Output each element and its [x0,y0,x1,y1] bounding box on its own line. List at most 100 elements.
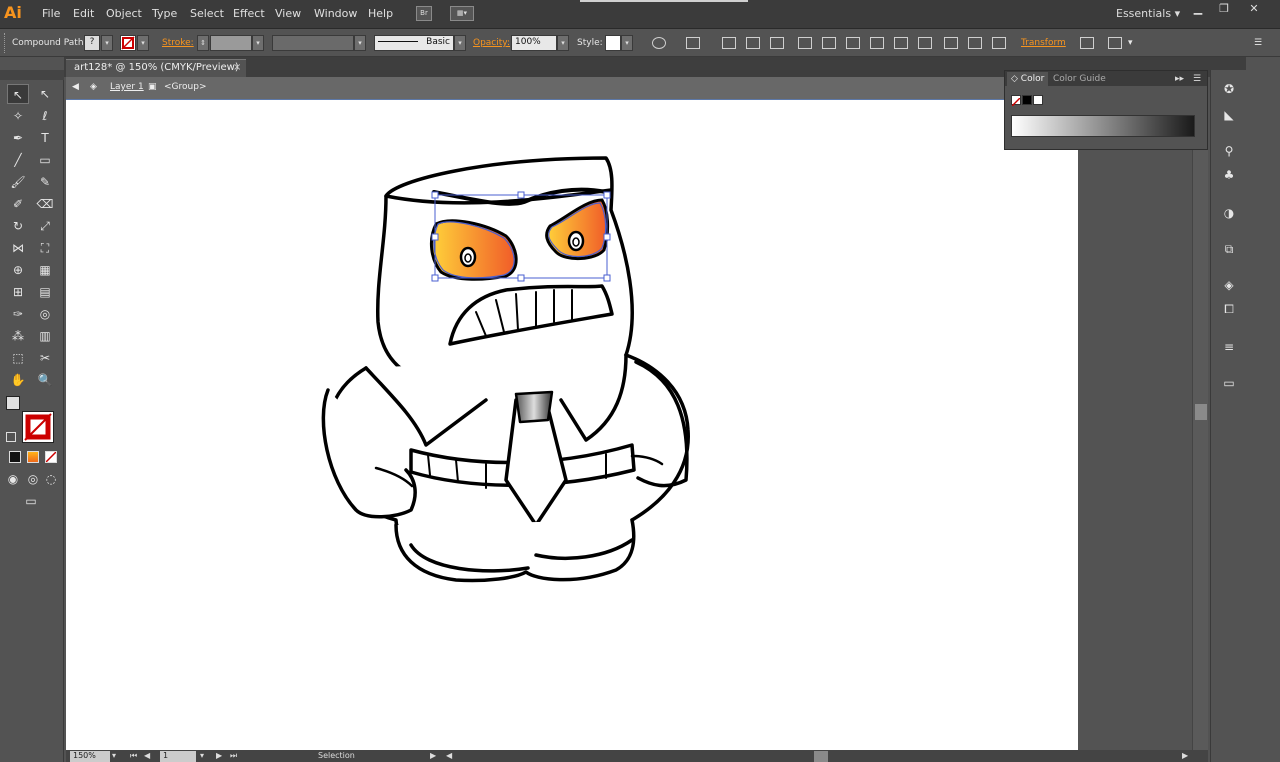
line-icon[interactable]: ╱ [7,150,29,170]
align-vertical-center-icon[interactable] [822,37,836,49]
stroke-weight-stepper[interactable]: ⇕ [197,35,209,51]
menu-help[interactable]: Help [368,7,393,20]
lasso-icon[interactable]: ℓ [34,106,56,126]
prev-artboard-icon[interactable]: ◀ [144,751,150,760]
menu-effect[interactable]: Effect [233,7,265,20]
style-dropdown[interactable]: ▾ [621,35,633,51]
align-right-icon[interactable] [770,37,784,49]
vertical-scrollbar[interactable] [1192,100,1208,750]
stroke-swatch[interactable] [120,35,136,51]
fill-color-box[interactable] [6,396,20,410]
perspective-grid-icon[interactable]: ▦ [34,260,56,280]
menu-object[interactable]: Object [106,7,142,20]
gradient-icon[interactable]: ▤ [34,282,56,302]
zoom-icon[interactable]: 🔍 [34,370,56,390]
zoom-dropdown-icon[interactable]: ▾ [112,751,116,760]
opacity-dropdown[interactable]: ▾ [557,35,569,51]
selection-tool-icon[interactable]: ↖ [7,84,29,104]
back-arrow-icon[interactable]: ◀ [72,82,79,92]
menu-select[interactable]: Select [190,7,224,20]
blend-icon[interactable]: ◎ [34,304,56,324]
appearance-icon[interactable]: ✪ [1219,80,1239,98]
menu-window[interactable]: Window [314,7,357,20]
blob-brush-icon[interactable]: ✐ [7,194,29,214]
brush-dropdown[interactable]: ▾ [454,35,466,51]
zoom-field[interactable]: 150% [70,751,110,762]
stroke-weight-dropdown[interactable]: ▾ [252,35,264,51]
opacity-field[interactable]: 100% [511,35,557,51]
pencil-icon[interactable]: ✎ [34,172,56,192]
color-mode-icon[interactable] [9,451,21,463]
artboard-number-field[interactable]: 1 [160,751,196,762]
artboard-dropdown-icon[interactable]: ▾ [200,751,204,760]
brush-definition[interactable]: Basic [374,35,454,51]
stroke-icon[interactable]: ≡ [1219,338,1239,356]
stroke-label[interactable]: Stroke: [162,38,194,48]
white-swatch[interactable] [1033,95,1043,105]
distribute-horizontal-icon[interactable] [968,37,982,49]
distribute-bottom-icon[interactable] [918,37,932,49]
close-window-button[interactable]: ✕ [1242,1,1266,17]
eyedropper-icon[interactable]: ✑ [7,304,29,324]
menu-file[interactable]: File [42,7,60,20]
close-tab-icon[interactable]: × [233,62,241,73]
black-swatch[interactable] [1022,95,1032,105]
align-left-icon[interactable] [722,37,736,49]
hand-icon[interactable]: ✋ [7,370,29,390]
shape-builder-icon[interactable]: ⊕ [7,260,29,280]
eraser-icon[interactable]: ⌫ [34,194,56,214]
rotate-icon[interactable]: ↻ [7,216,29,236]
free-transform-icon[interactable]: ⛶ [34,238,56,258]
scroll-right-icon[interactable]: ▶ [1182,751,1188,760]
distribute-top-icon[interactable] [870,37,884,49]
type-icon[interactable]: T [34,128,56,148]
default-colors-icon[interactable] [6,432,16,442]
fill-swatch[interactable]: ? [84,35,100,51]
bridge-button[interactable]: Br [416,6,432,21]
distribute-center-icon[interactable] [894,37,908,49]
magic-wand-icon[interactable]: ✧ [7,106,29,126]
stroke-color-box[interactable] [22,411,54,443]
tab-color-guide[interactable]: Color Guide [1049,72,1110,86]
screen-mode-icon[interactable]: ▭ [20,491,42,511]
graphic-styles-icon[interactable]: ◑ [1219,204,1239,222]
restore-button[interactable]: ❐ [1212,1,1236,17]
transform-icon[interactable]: ⧉ [1219,240,1239,258]
stroke-weight-field[interactable] [210,35,252,51]
workspace-switcher[interactable]: Essentials ▾ [1116,7,1180,20]
recolor-artwork-icon[interactable] [652,37,666,49]
mesh-icon[interactable]: ⊞ [7,282,29,302]
color-icon[interactable]: ⚲ [1219,142,1239,160]
symbols-icon[interactable]: ♣ [1219,166,1239,184]
none-mode-icon[interactable] [45,451,57,463]
gradient-mode-icon[interactable] [27,451,39,463]
slice-icon[interactable]: ✂ [34,348,56,368]
distribute-left-icon[interactable] [944,37,958,49]
first-artboard-icon[interactable]: ⏮ [130,751,137,761]
align-horizontal-center-icon[interactable] [746,37,760,49]
width-icon[interactable]: ⋈ [7,238,29,258]
menu-edit[interactable]: Edit [73,7,94,20]
panel-menu-icon[interactable]: ☰ [1189,72,1205,86]
chevron-down-icon[interactable]: ▾ [1128,38,1133,48]
color-spectrum-bar[interactable] [1011,115,1195,137]
rectangle-icon[interactable]: ▭ [34,150,56,170]
next-artboard-icon[interactable]: ▶ [216,751,222,760]
stroke-dropdown[interactable]: ▾ [137,35,149,51]
pen-icon[interactable]: ✒ [7,128,29,148]
isolate-group-icon[interactable] [1080,37,1094,49]
tab-color[interactable]: ◇ Color [1007,72,1049,86]
scale-icon[interactable]: ⤢ [34,216,56,236]
scroll-left-icon[interactable]: ◀ [446,751,452,760]
paintbrush-icon[interactable]: 🖌 [7,172,29,192]
artboard-canvas[interactable] [66,100,1078,750]
status-menu-icon[interactable]: ▶ [430,751,436,760]
align-top-icon[interactable] [798,37,812,49]
draw-normal-icon[interactable]: ◉ [4,469,22,489]
none-swatch[interactable] [1011,95,1021,107]
breadcrumb-layer[interactable]: Layer 1 [110,82,144,92]
graphic-style-swatch[interactable] [605,35,621,51]
menu-view[interactable]: View [275,7,301,20]
brushes-icon[interactable]: ◣ [1219,106,1239,124]
transform-link[interactable]: Transform [1021,38,1066,48]
